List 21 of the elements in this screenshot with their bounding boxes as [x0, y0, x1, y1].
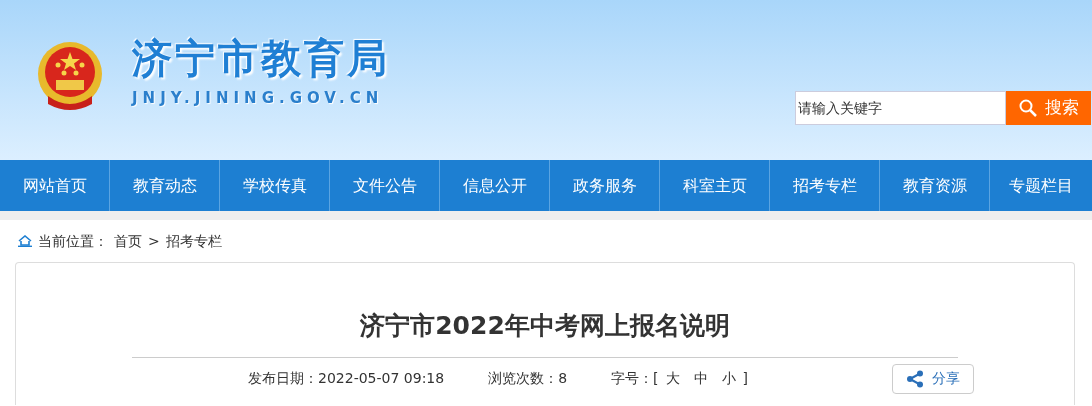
- home-icon: [18, 235, 32, 247]
- font-size-label: 字号：[: [611, 369, 659, 388]
- view-count: 浏览次数：8: [488, 369, 568, 388]
- share-icon: [906, 369, 924, 388]
- bracket-text: ]: [742, 369, 749, 388]
- search-button[interactable]: 搜索: [1006, 91, 1091, 125]
- font-size-link[interactable]: 小: [721, 368, 736, 389]
- breadcrumb-link[interactable]: 首页: [114, 230, 142, 252]
- search-icon: [1018, 99, 1037, 117]
- breadcrumb-label: 当前位置：: [38, 231, 108, 251]
- publish-date: 发布日期：2022-05-07 09:18: [248, 369, 445, 388]
- breadcrumb-separator: >: [148, 231, 160, 251]
- nav-link[interactable]: 专题栏目: [990, 160, 1092, 211]
- share-button[interactable]: 分享: [892, 363, 974, 394]
- search-field[interactable]: 请输入关键字: [795, 91, 1006, 125]
- article-title: 济宁市2022年中考网上报名说明: [359, 310, 731, 342]
- font-size-link[interactable]: 中: [693, 368, 708, 389]
- font-size-link[interactable]: 大: [665, 368, 680, 389]
- breadcrumb-link[interactable]: 招考专栏: [165, 230, 222, 252]
- site-title: 济宁市教育局: [132, 38, 390, 78]
- site-domain: JNJY.JINING.GOV.CN: [132, 88, 385, 109]
